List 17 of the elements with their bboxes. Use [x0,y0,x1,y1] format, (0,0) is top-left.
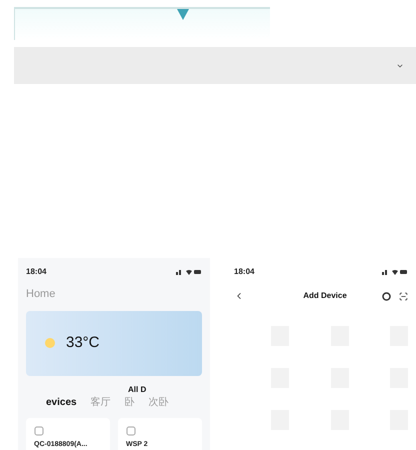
room-tab[interactable]: 客厅 [90,395,111,410]
screen-title: Add Device [303,290,347,302]
room-tab[interactable]: evices [46,395,77,410]
status-icons-drawing [176,269,202,275]
status-icons-drawing [382,269,408,275]
status-time: 18:04 [26,266,46,278]
temperature: 33°C [66,333,100,354]
room-tab[interactable]: 次卧 [148,395,169,410]
tab-overlay-label: All D [128,384,146,396]
status-time: 18:04 [234,266,254,278]
device-icon [34,426,44,436]
room-tab[interactable]: 卧 [124,395,135,410]
scan-icon[interactable] [398,292,408,300]
home-selector[interactable]: Home [18,286,210,302]
target-icon[interactable] [382,292,391,300]
device-icon [126,426,136,436]
marker-icon[interactable] [176,9,188,20]
